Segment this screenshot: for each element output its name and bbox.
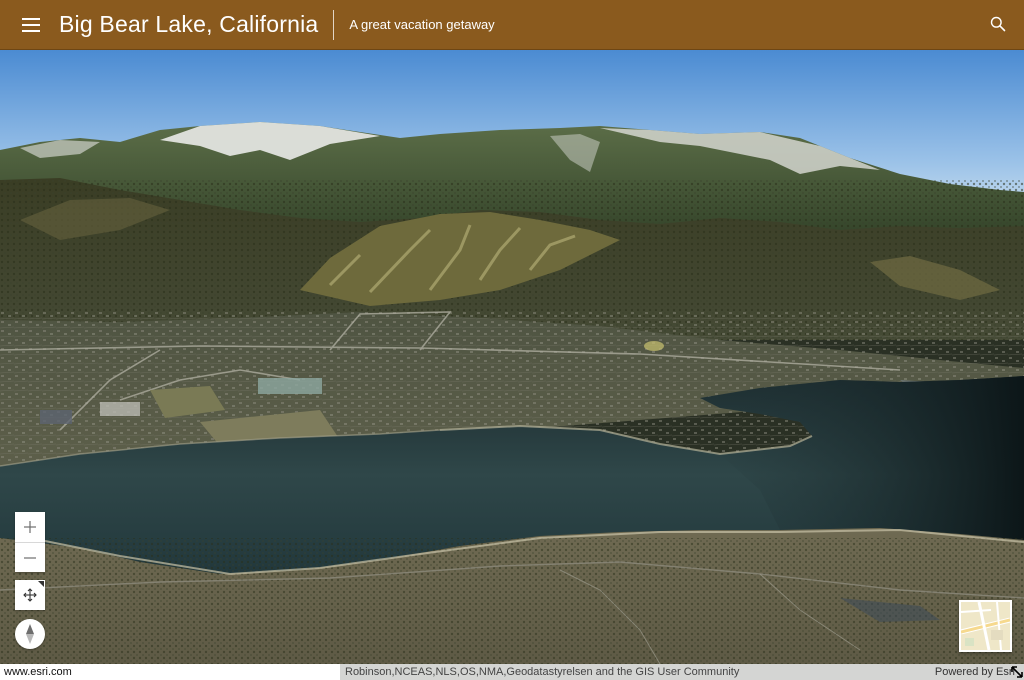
- resize-cursor-icon: [1011, 666, 1023, 678]
- hamburger-menu-icon: [22, 17, 40, 32]
- zoom-in-button[interactable]: [15, 512, 45, 542]
- attribution-sources: Robinson,NCEAS,NLS,OS,NMA,Geodatastyrels…: [345, 666, 740, 678]
- app-header: Big Bear Lake, California A great vacati…: [0, 0, 1024, 50]
- search-button[interactable]: [990, 16, 1008, 34]
- zoom-out-button[interactable]: [15, 542, 45, 572]
- minus-icon: [24, 556, 36, 559]
- app-title: Big Bear Lake, California: [59, 11, 319, 37]
- zoom-control: [15, 512, 45, 572]
- compass-icon: [26, 624, 34, 644]
- move-arrows-icon: [23, 588, 37, 602]
- plus-icon: [24, 521, 36, 533]
- basemap-toggle-thumbnail: [961, 602, 1010, 650]
- corner-toggle-icon: [38, 581, 44, 587]
- attribution-bar: www.esri.com Robinson,NCEAS,NLS,OS,NMA,G…: [0, 664, 1024, 680]
- navigation-toggle: [15, 580, 45, 610]
- app-subtitle: A great vacation getaway: [349, 17, 495, 32]
- scene-view[interactable]: [0, 50, 1024, 664]
- menu-button[interactable]: [0, 0, 62, 50]
- basemap-toggle-button[interactable]: [959, 600, 1012, 652]
- esri-link[interactable]: www.esri.com: [0, 664, 340, 680]
- title-divider: [333, 9, 335, 40]
- powered-by-link[interactable]: Powered by Esri: [935, 664, 1015, 680]
- search-icon: [990, 16, 1006, 32]
- terrain-scene[interactable]: [0, 50, 1024, 664]
- pan-mode-button[interactable]: [15, 580, 45, 610]
- compass-button[interactable]: [15, 619, 45, 649]
